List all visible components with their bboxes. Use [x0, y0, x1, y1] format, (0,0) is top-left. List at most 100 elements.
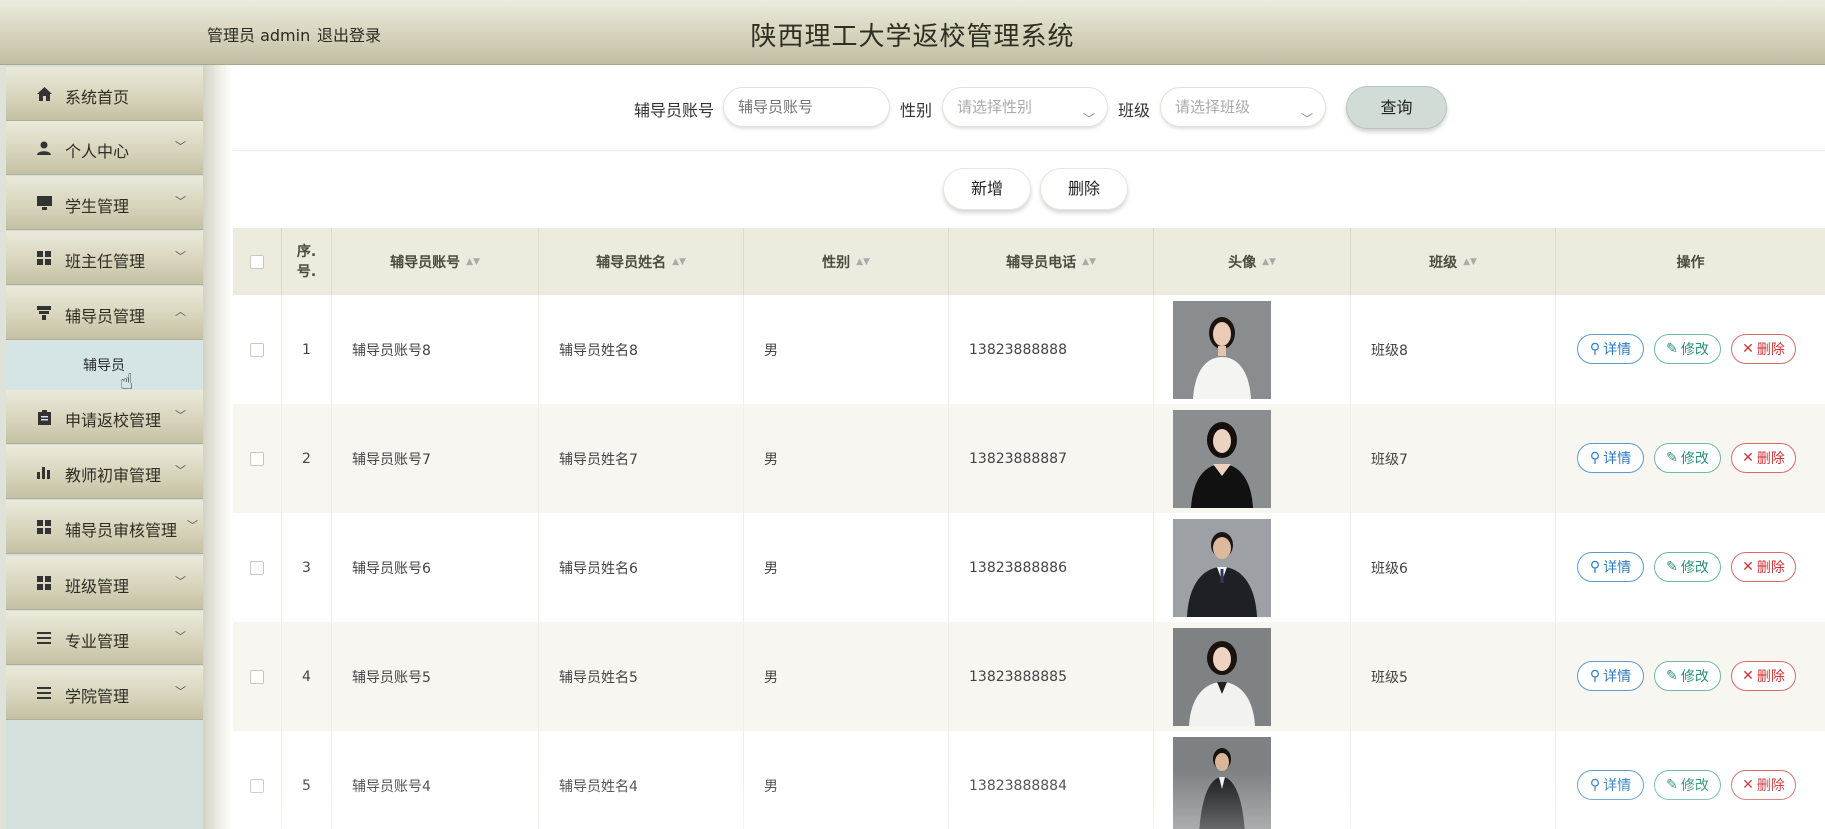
delete-button-label: 删除 [1756, 560, 1785, 576]
delete-button[interactable]: ✕ 删除 [1731, 443, 1796, 473]
sidebar-item-majors[interactable]: 专业管理 ﹀ [6, 611, 203, 665]
edit-button-label: 修改 [1680, 451, 1709, 467]
sidebar-item-counselor-review[interactable]: 辅导员审核管理 ﹀ [6, 500, 203, 554]
sidebar-subitem-counselor[interactable]: 辅导员 [6, 340, 203, 390]
select-all-checkbox[interactable] [250, 254, 264, 269]
sidebar-item-label: 专业管理 [65, 632, 130, 651]
row-checkbox[interactable] [250, 778, 264, 793]
bar-chart-icon [36, 464, 52, 480]
avatar-image[interactable] [1173, 627, 1271, 726]
sidebar-item-counselors[interactable]: 辅导员管理 ︿ [6, 286, 203, 340]
avatar-image[interactable] [1173, 736, 1271, 829]
sidebar-item-students[interactable]: 学生管理 ﹀ [6, 176, 203, 230]
account-filter-label: 辅导员账号 [634, 101, 715, 120]
delete-button[interactable]: ✕ 删除 [1731, 552, 1796, 582]
avatar-image[interactable] [1173, 518, 1271, 617]
pencil-icon: ✎ [1666, 668, 1678, 684]
chevron-up-icon: ︿ [175, 305, 186, 318]
close-icon: ✕ [1742, 341, 1754, 357]
col-avatar[interactable]: 头像 ▲▼ [1154, 228, 1351, 295]
edit-button[interactable]: ✎ 修改 [1654, 334, 1721, 364]
chevron-down-icon: ﹀ [175, 685, 186, 698]
edit-button[interactable]: ✎ 修改 [1654, 443, 1721, 473]
detail-button[interactable]: ⚲ 详情 [1577, 661, 1644, 691]
add-button[interactable]: 新增 [943, 168, 1031, 210]
batch-delete-button[interactable]: 删除 [1040, 168, 1128, 210]
sidebar-item-label: 班级管理 [65, 577, 130, 596]
grid-icon [36, 250, 52, 266]
chevron-down-icon: ﹀ [175, 140, 186, 153]
row-index: 1 [282, 295, 332, 404]
row-index: 3 [282, 513, 332, 622]
gender-filter-label: 性别 [900, 101, 933, 120]
row-index: 5 [282, 731, 332, 829]
delete-button[interactable]: ✕ 删除 [1731, 334, 1796, 364]
row-checkbox[interactable] [250, 669, 264, 684]
row-name: 辅导员姓名6 [539, 513, 744, 622]
col-class[interactable]: 班级 ▲▼ [1351, 228, 1556, 295]
col-index: 序. 号. [282, 228, 332, 295]
sidebar-item-colleges[interactable]: 学院管理 ﹀ [6, 666, 203, 720]
sort-icon: ▲▼ [856, 256, 870, 267]
detail-button-label: 详情 [1603, 342, 1632, 358]
row-ops: ⚲ 详情 ✎ 修改 ✕ 删除 [1556, 622, 1825, 731]
row-phone: 13823888886 [949, 513, 1154, 622]
col-name[interactable]: 辅导员姓名 ▲▼ [539, 228, 744, 295]
detail-button[interactable]: ⚲ 详情 [1577, 770, 1644, 800]
chevron-down-icon: ﹀ [175, 195, 186, 208]
grid-icon [36, 575, 52, 591]
chevron-down-icon: ﹀ [175, 630, 186, 643]
gender-select-placeholder: 请选择性别 [957, 98, 1033, 116]
gender-select[interactable]: 请选择性别 ﹀ [942, 87, 1108, 127]
sidebar-item-return-applications[interactable]: 申请返校管理 ﹀ [6, 390, 203, 444]
col-phone[interactable]: 辅导员电话 ▲▼ [949, 228, 1154, 295]
close-icon: ✕ [1742, 559, 1754, 575]
edit-button[interactable]: ✎ 修改 [1654, 770, 1721, 800]
detail-button[interactable]: ⚲ 详情 [1577, 552, 1644, 582]
row-gender: 男 [744, 622, 949, 731]
sidebar-item-teacher-review[interactable]: 教师初审管理 ﹀ [6, 445, 203, 499]
avatar-image[interactable] [1173, 300, 1271, 399]
close-icon: ✕ [1742, 450, 1754, 466]
sidebar-item-home[interactable]: 系统首页 [6, 67, 203, 121]
sidebar-item-label: 辅导员管理 [65, 307, 146, 326]
account-search-input[interactable] [723, 87, 890, 127]
delete-button-label: 删除 [1756, 342, 1785, 358]
row-checkbox[interactable] [250, 560, 264, 575]
chevron-down-icon: ﹀ [175, 250, 186, 263]
chevron-down-icon: ﹀ [175, 464, 186, 477]
row-select-cell [233, 295, 282, 404]
row-avatar-cell [1154, 513, 1351, 622]
sidebar-item-personal-center[interactable]: 个人中心 ﹀ [6, 121, 203, 175]
row-phone: 13823888888 [949, 295, 1154, 404]
row-account: 辅导员账号8 [332, 295, 539, 404]
sidebar-item-classes[interactable]: 班级管理 ﹀ [6, 556, 203, 610]
row-index: 4 [282, 622, 332, 731]
detail-button[interactable]: ⚲ 详情 [1577, 334, 1644, 364]
edit-button[interactable]: ✎ 修改 [1654, 661, 1721, 691]
row-class: 班级6 [1351, 513, 1556, 622]
list-icon [36, 630, 52, 646]
query-button[interactable]: 查询 [1346, 86, 1447, 129]
col-gender[interactable]: 性别 ▲▼ [744, 228, 949, 295]
pencil-icon: ✎ [1666, 341, 1678, 357]
chevron-down-icon: ﹀ [175, 409, 186, 422]
row-checkbox[interactable] [250, 451, 264, 466]
detail-button-label: 详情 [1603, 560, 1632, 576]
sidebar-scrollbar[interactable] [203, 65, 233, 829]
col-label: 性别 [822, 254, 851, 271]
delete-button[interactable]: ✕ 删除 [1731, 770, 1796, 800]
row-phone: 13823888884 [949, 731, 1154, 829]
edit-button-label: 修改 [1680, 778, 1709, 794]
row-checkbox[interactable] [250, 342, 264, 357]
sidebar-item-class-teachers[interactable]: 班主任管理 ﹀ [6, 231, 203, 285]
detail-button[interactable]: ⚲ 详情 [1577, 443, 1644, 473]
col-account[interactable]: 辅导员账号 ▲▼ [332, 228, 539, 295]
avatar-image[interactable] [1173, 409, 1271, 508]
row-name: 辅导员姓名7 [539, 404, 744, 513]
chevron-down-icon: ﹀ [187, 519, 198, 532]
col-label: 辅导员姓名 [596, 254, 667, 271]
class-select[interactable]: 请选择班级 ﹀ [1160, 87, 1326, 127]
delete-button[interactable]: ✕ 删除 [1731, 661, 1796, 691]
edit-button[interactable]: ✎ 修改 [1654, 552, 1721, 582]
